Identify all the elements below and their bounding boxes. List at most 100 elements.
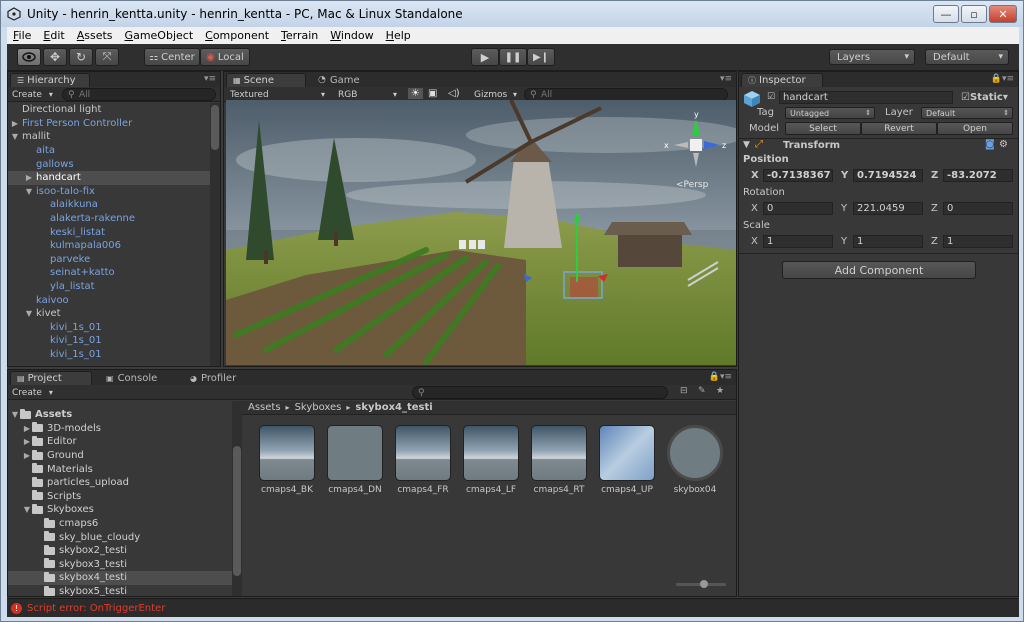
folder-item[interactable]: particles_upload — [8, 476, 232, 490]
asset-thumbnail[interactable]: cmaps4_DN — [326, 425, 384, 495]
help-icon[interactable]: ◙ — [985, 139, 995, 150]
filter-type-icon[interactable]: ⊟ — [680, 386, 688, 396]
space-local-toggle[interactable]: ◉ Local — [200, 48, 250, 66]
scale-x-field[interactable]: 1 — [763, 235, 833, 248]
tab-inspector[interactable]: ⓘ Inspector — [741, 73, 823, 87]
menu-file[interactable]: File — [7, 29, 37, 42]
expand-arrow-icon[interactable]: ▶ — [10, 119, 20, 128]
add-component-button[interactable]: Add Component — [782, 261, 976, 279]
collapse-arrow-icon[interactable]: ▼ — [22, 505, 32, 514]
tab-profiler[interactable]: ◕ Profiler — [184, 371, 264, 385]
hierarchy-scrollbar[interactable] — [210, 103, 220, 366]
model-select-button[interactable]: Select — [785, 122, 861, 135]
menu-edit[interactable]: Edit — [37, 29, 70, 42]
transform-foldout[interactable]: ▼ — [743, 140, 750, 150]
pause-button[interactable]: ❚❚ — [499, 48, 527, 66]
menu-terrain[interactable]: Terrain — [275, 29, 324, 42]
position-y-field[interactable]: 0.7194524 — [853, 169, 923, 182]
filter-label-icon[interactable]: ✎ — [698, 386, 706, 396]
hierarchy-item[interactable]: Directional light — [8, 103, 210, 117]
tab-console[interactable]: ▣ Console — [100, 371, 180, 385]
hierarchy-item[interactable]: alakerta-rakenne — [8, 212, 210, 226]
layout-dropdown[interactable]: Default — [925, 49, 1009, 65]
position-z-field[interactable]: -83.2072 — [943, 169, 1013, 182]
hierarchy-item[interactable]: ▶ First Person Controller — [8, 117, 210, 131]
project-tree-scroll-thumb[interactable] — [233, 446, 241, 576]
hierarchy-item[interactable]: parveke — [8, 253, 210, 267]
folder-item[interactable]: cmaps6 — [8, 517, 232, 531]
menu-assets[interactable]: Assets — [71, 29, 119, 42]
hierarchy-item[interactable]: yla_listat — [8, 280, 210, 294]
asset-thumbnail[interactable]: cmaps4_UP — [598, 425, 656, 495]
status-error-message[interactable]: Script error: OnTriggerEnter — [27, 603, 165, 614]
rotation-y-field[interactable]: 221.0459 — [853, 202, 923, 215]
panel-menu-icon[interactable]: ▾≡ — [204, 74, 216, 84]
hierarchy-item[interactable]: gallows — [8, 157, 210, 171]
tab-project[interactable]: ▤ Project — [10, 371, 92, 385]
scale-z-field[interactable]: 1 — [943, 235, 1013, 248]
project-tree-scrollbar[interactable] — [232, 401, 242, 596]
hierarchy-create-button[interactable]: Create — [12, 88, 54, 101]
folder-item[interactable]: Scripts — [8, 490, 232, 504]
panel-menu-icon[interactable]: 🔒▾≡ — [709, 372, 732, 382]
hierarchy-item[interactable]: kivi_1s_01 — [8, 334, 210, 348]
breadcrumb-current[interactable]: skybox4_testi — [355, 402, 432, 413]
folder-item[interactable]: ▼ Assets — [8, 408, 232, 422]
collapse-arrow-icon[interactable]: ▼ — [10, 410, 20, 419]
hierarchy-item[interactable]: ▼ isoo-talo-fix — [8, 185, 210, 199]
step-button[interactable]: ▶❙ — [527, 48, 555, 66]
project-create-button[interactable]: Create — [12, 386, 54, 399]
asset-thumbnail[interactable]: cmaps4_FR — [394, 425, 452, 495]
project-search-input[interactable] — [412, 386, 668, 399]
collapse-arrow-icon[interactable]: ▼ — [24, 187, 34, 196]
menu-gameobject[interactable]: GameObject — [119, 29, 200, 42]
folder-item[interactable]: sky_blue_cloudy — [8, 530, 232, 544]
panel-menu-icon[interactable]: 🔒▾≡ — [991, 74, 1014, 84]
folder-item[interactable]: ▼ Skyboxes — [8, 503, 232, 517]
play-button[interactable]: ▶ — [471, 48, 499, 66]
hierarchy-item[interactable]: kaivoo — [8, 293, 210, 307]
folder-item[interactable]: ▶ Editor — [8, 435, 232, 449]
collapse-arrow-icon[interactable]: ▼ — [10, 132, 20, 141]
model-revert-button[interactable]: Revert — [861, 122, 937, 135]
tag-dropdown[interactable]: Untagged — [785, 107, 875, 119]
folder-item[interactable]: ▶ 3D-models — [8, 422, 232, 436]
hierarchy-item[interactable]: alaikkuna — [8, 198, 210, 212]
scale-y-field[interactable]: 1 — [853, 235, 923, 248]
folder-item[interactable]: skybox2_testi — [8, 544, 232, 558]
view-tool-button[interactable] — [17, 48, 41, 66]
expand-arrow-icon[interactable]: ▶ — [22, 437, 32, 446]
layers-dropdown[interactable]: Layers — [829, 49, 915, 65]
expand-arrow-icon[interactable]: ▶ — [24, 173, 34, 182]
folder-item[interactable]: Materials — [8, 462, 232, 476]
hierarchy-item[interactable]: seinat+katto — [8, 266, 210, 280]
breadcrumb-assets[interactable]: Assets — [248, 402, 281, 413]
expand-arrow-icon[interactable]: ▶ — [22, 424, 32, 433]
asset-thumbnail[interactable]: skybox04 — [666, 425, 724, 495]
close-button[interactable]: ✕ — [989, 5, 1017, 23]
object-name-field[interactable]: handcart — [779, 91, 953, 104]
maximize-button[interactable]: ▫ — [961, 5, 987, 23]
hierarchy-item[interactable]: keski_listat — [8, 225, 210, 239]
hierarchy-item[interactable]: kulmapala006 — [8, 239, 210, 253]
tab-hierarchy[interactable]: ☰ Hierarchy — [10, 73, 90, 87]
move-tool-button[interactable]: ✥ — [43, 48, 67, 66]
panel-menu-icon[interactable]: ▾≡ — [720, 74, 732, 84]
lighting-icon[interactable]: ☀ — [408, 88, 423, 99]
hierarchy-item[interactable]: ▶ handcart — [8, 170, 210, 185]
hierarchy-search-input[interactable]: All — [62, 88, 216, 101]
settings-gear-icon[interactable]: ⚙ — [999, 139, 1008, 150]
menu-window[interactable]: Window — [324, 29, 379, 42]
asset-thumbnail[interactable]: cmaps4_BK — [258, 425, 316, 495]
minimize-button[interactable]: — — [933, 5, 959, 23]
scale-tool-button[interactable]: ⤧ — [95, 48, 119, 66]
asset-thumbnail[interactable]: cmaps4_LF — [462, 425, 520, 495]
folder-item[interactable]: skybox4_testi — [8, 571, 232, 585]
layer-dropdown[interactable]: Default — [921, 107, 1013, 119]
pivot-center-toggle[interactable]: ⚏ Center — [144, 48, 200, 66]
slider-handle[interactable] — [700, 580, 708, 588]
favorite-star-icon[interactable]: ★ — [716, 386, 724, 396]
rotate-tool-button[interactable]: ↻ — [69, 48, 93, 66]
menu-help[interactable]: Help — [380, 29, 417, 42]
position-x-field[interactable]: -0.7138367 — [763, 169, 833, 182]
